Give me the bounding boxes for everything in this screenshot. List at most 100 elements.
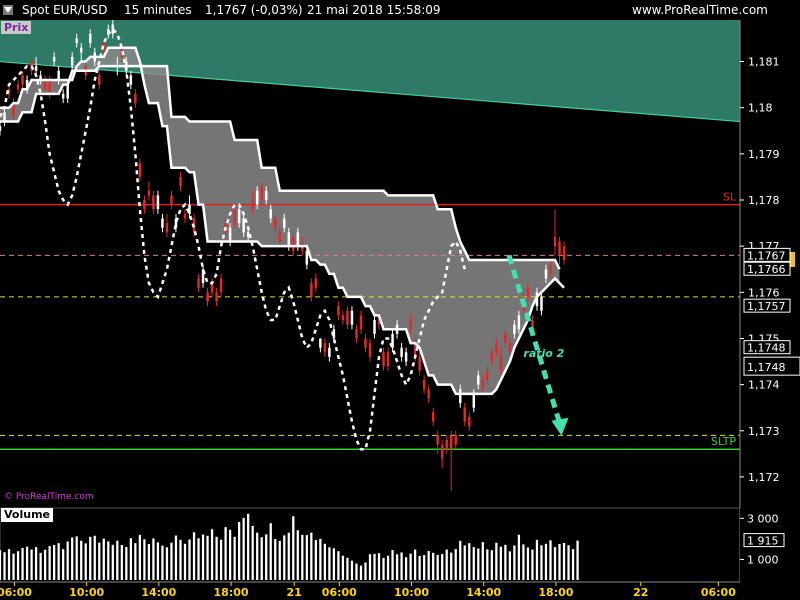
volume-bar [57, 543, 60, 580]
candle-body [292, 236, 295, 251]
volume-tick-label: 1 915 [747, 535, 779, 548]
volume-bar [427, 550, 430, 580]
volume-bar [30, 549, 33, 580]
candle-body [143, 200, 146, 210]
x-tick-label: 18:00 [538, 586, 573, 599]
volume-bar [80, 540, 83, 580]
y-tick-label: 1,172 [748, 471, 780, 484]
volume-bar [93, 535, 96, 580]
candle-body [540, 296, 543, 311]
volume-bar [188, 539, 191, 580]
candle-body [468, 416, 471, 427]
volume-bar [224, 527, 227, 580]
volume-bar [359, 565, 363, 580]
volume-bar [242, 517, 245, 580]
candle-body [526, 287, 530, 297]
candle-body [508, 343, 512, 353]
x-tick-label: 06:00 [0, 586, 32, 599]
volume-panel-tag[interactable]: Volume [1, 508, 53, 522]
price-box-label: 1,1766 [747, 263, 786, 276]
candle-body [264, 190, 268, 200]
y-tick-label: 1,181 [748, 56, 780, 69]
volume-bar [576, 540, 579, 580]
candle-body [278, 232, 281, 242]
volume-bar [490, 550, 493, 580]
volume-bar [562, 542, 566, 580]
candle-body [34, 66, 38, 71]
candle-body [179, 176, 182, 187]
volume-bar [400, 552, 403, 580]
candle-body [486, 370, 489, 380]
volume-bar [0, 550, 2, 580]
volume-bar [395, 554, 399, 580]
candle-body [61, 93, 65, 99]
volume-bar [206, 535, 209, 580]
volume-bar [544, 543, 548, 580]
volume-bar [210, 529, 214, 580]
volume-bar [201, 534, 205, 580]
candle-body [129, 75, 133, 85]
candle-body [43, 80, 47, 90]
x-tick-label: 06:00 [322, 586, 357, 599]
volume-bar [558, 544, 561, 580]
volume-bar [477, 548, 480, 580]
candle-body [215, 292, 218, 302]
volume-bar [409, 553, 412, 580]
volume-bar [138, 534, 142, 580]
candle-body [233, 209, 236, 224]
volume-bar [66, 541, 69, 580]
candle-body [255, 190, 259, 205]
volume-bar [170, 542, 173, 580]
candle-body [459, 389, 462, 404]
volume-bar [450, 552, 453, 580]
candle-body [237, 209, 241, 224]
volume-bar [7, 549, 11, 580]
volume-bar [129, 538, 132, 580]
volume-bar [337, 551, 340, 580]
volume-bar [526, 547, 530, 580]
volume-bar [346, 557, 349, 580]
candle-body [197, 278, 200, 288]
volume-bar [12, 553, 15, 580]
volume-bar [43, 549, 47, 580]
candle-body [319, 338, 322, 348]
volume-bar [283, 535, 286, 580]
candle-body [206, 292, 209, 302]
y-tick-label: 1,173 [748, 425, 780, 438]
volume-bar [71, 537, 74, 580]
candle-body [364, 338, 367, 348]
candle-body [463, 407, 466, 422]
volume-bar [238, 521, 241, 580]
volume-bar [441, 554, 444, 580]
volume-bar [260, 537, 263, 580]
volume-bar [513, 545, 516, 580]
candle-body [346, 310, 349, 325]
volume-bar [287, 532, 290, 580]
candle-body [161, 218, 164, 228]
volume-tick-label: 3 000 [747, 512, 779, 525]
candle-body [350, 310, 354, 325]
candle-body [210, 283, 214, 293]
x-tick-label: 21 [287, 586, 302, 599]
x-tick-label: 22 [633, 586, 648, 599]
volume-bar [215, 536, 218, 580]
volume-bar [364, 562, 367, 580]
volume-bar [310, 532, 313, 580]
candle-body [440, 444, 444, 459]
volume-bar [16, 551, 20, 580]
volume-bar [228, 529, 232, 580]
candle-body [513, 324, 516, 334]
candle-body [269, 209, 272, 219]
candle-body [314, 278, 318, 288]
candle-body [422, 380, 426, 390]
volume-bar [368, 554, 372, 580]
volume-bar [423, 555, 426, 580]
price-chart[interactable]: SLSLTPratio 21,1721,1731,1741,1751,1761,… [0, 0, 800, 600]
volume-bar [413, 549, 417, 580]
candle-body [0, 126, 2, 131]
volume-bar [247, 513, 250, 580]
volume-bar [454, 549, 457, 580]
price-panel-tag[interactable]: Prix [1, 21, 32, 34]
volume-bar [481, 542, 484, 580]
candle-body [373, 320, 376, 334]
